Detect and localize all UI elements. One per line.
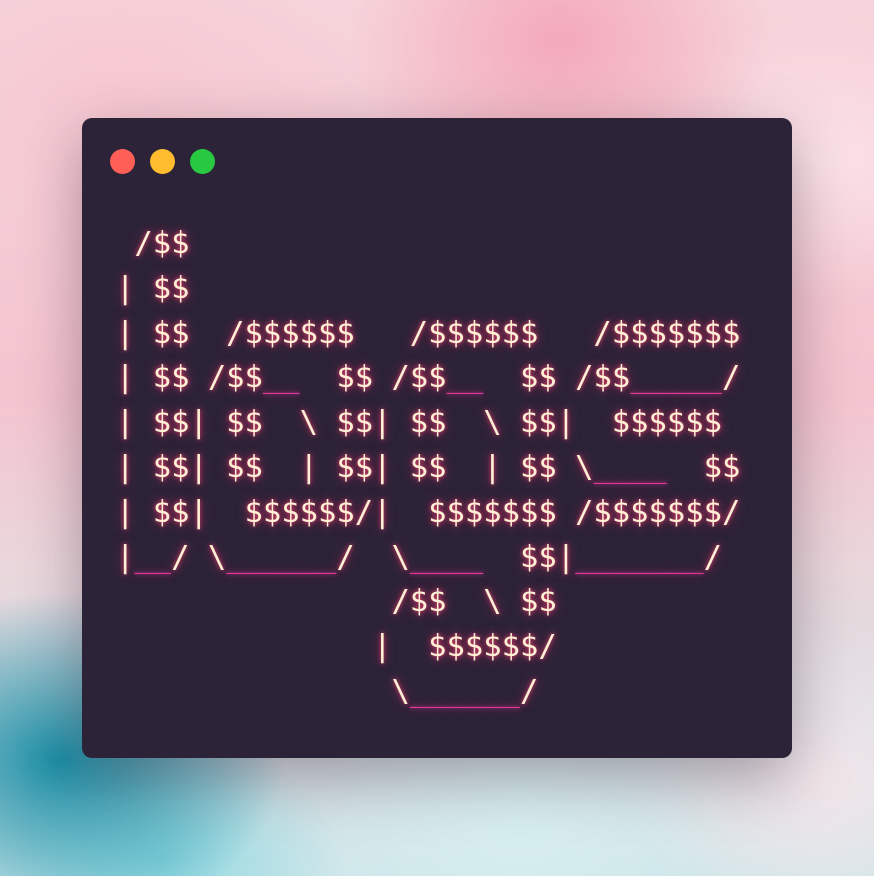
ascii-line: | $$ /$$$$$$ /$$$$$$ /$$$$$$$	[116, 315, 741, 351]
ascii-line: |__/ \______/ \____ $$|_______/	[116, 539, 723, 575]
ascii-line: | $$$$$$/	[116, 629, 557, 665]
terminal-window: /$$ | $$ | $$ /$$$$$$ /$$$$$$ /$$$$$$$ | $$…	[82, 118, 792, 758]
maximize-button[interactable]	[190, 149, 215, 174]
minimize-button[interactable]	[150, 149, 175, 174]
ascii-line: | $$ /$$__ $$ /$$__ $$ /$$_____/	[116, 360, 741, 396]
ascii-line: | $$| $$ \ $$| $$ \ $$| $$$$$$	[116, 405, 722, 441]
close-button[interactable]	[110, 149, 135, 174]
ascii-line: /$$	[116, 226, 190, 261]
ascii-line: | $$| $$ | $$| $$ | $$ \____ $$	[116, 449, 741, 485]
ascii-line: \______/	[116, 673, 539, 709]
ascii-line: /$$ \ $$	[116, 584, 557, 620]
ascii-art-logo: /$$ | $$ | $$ /$$$$$$ /$$$$$$ /$$$$$$$ | $$…	[116, 222, 740, 715]
ascii-line: | $$| $$$$$$/| $$$$$$$ /$$$$$$$/	[116, 494, 741, 530]
window-controls	[110, 149, 215, 174]
ascii-line: | $$	[116, 270, 190, 306]
